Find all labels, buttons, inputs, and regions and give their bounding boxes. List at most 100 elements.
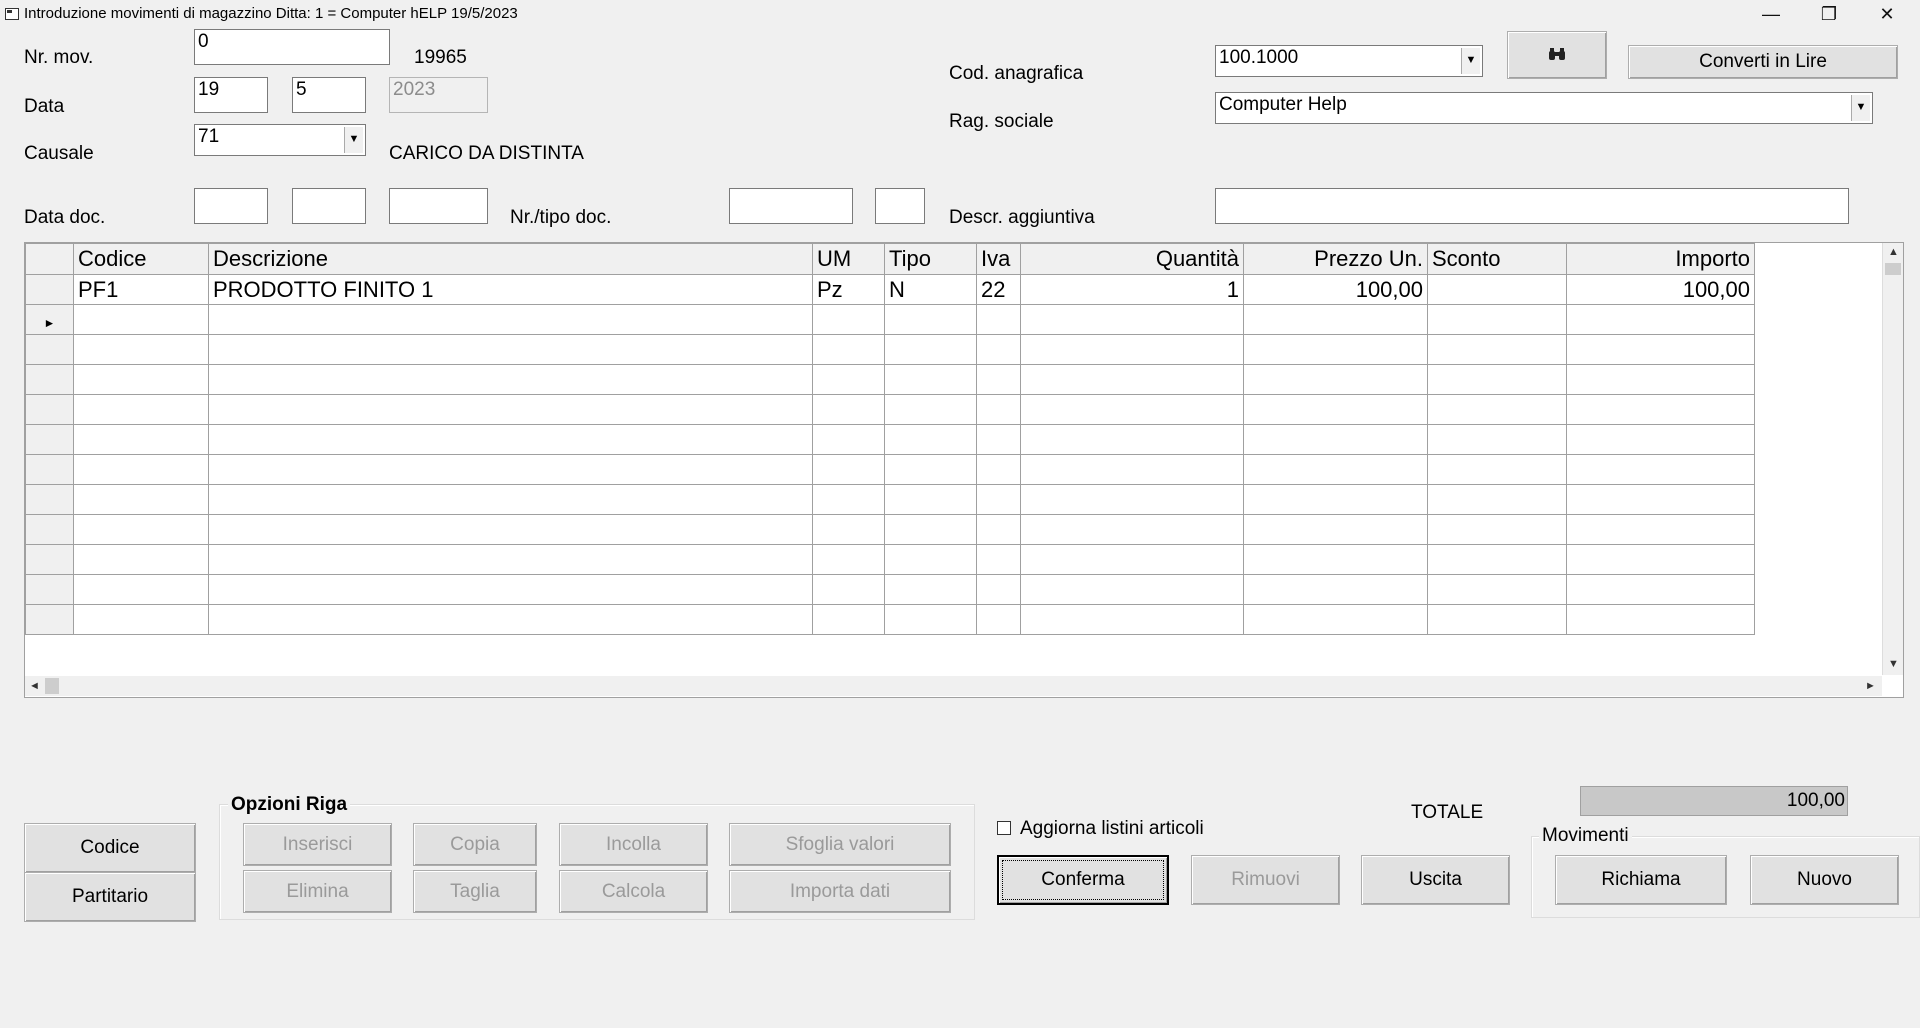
empty-cell[interactable] <box>1243 484 1428 515</box>
empty-cell[interactable] <box>1566 484 1755 515</box>
horizontal-scrollbar[interactable]: ◄ ► <box>25 676 1882 696</box>
vertical-scrollbar[interactable]: ▲ ▼ <box>1882 243 1903 675</box>
nr-mov-field[interactable]: 0 <box>194 29 390 65</box>
copia-button[interactable]: Copia <box>413 823 537 866</box>
empty-cell[interactable] <box>976 514 1021 545</box>
data-doc-year-field[interactable] <box>389 188 488 224</box>
cell-sconto[interactable] <box>1427 274 1567 305</box>
empty-cell[interactable] <box>1427 454 1567 485</box>
empty-cell[interactable] <box>976 484 1021 515</box>
causale-combo[interactable]: 71 ▼ <box>194 124 366 156</box>
empty-cell[interactable] <box>884 514 977 545</box>
column-header[interactable]: Quantità <box>1020 243 1244 275</box>
data-doc-month-field[interactable] <box>292 188 366 224</box>
table-row[interactable] <box>25 424 1755 455</box>
calcola-button[interactable]: Calcola <box>559 870 708 913</box>
rag-sociale-combo[interactable]: Computer Help ▼ <box>1215 92 1873 124</box>
column-header[interactable]: Codice <box>73 243 209 275</box>
empty-cell[interactable] <box>1020 394 1244 425</box>
empty-cell[interactable] <box>1020 424 1244 455</box>
cell-quantita[interactable]: 1 <box>1020 274 1244 305</box>
richiama-button[interactable]: Richiama <box>1555 855 1727 905</box>
table-row[interactable]: PF1 PRODOTTO FINITO 1 Pz N 22 1 100,00 1… <box>25 274 1755 305</box>
empty-cell[interactable] <box>1566 304 1755 335</box>
empty-cell[interactable] <box>884 574 977 605</box>
empty-cell[interactable] <box>1243 454 1428 485</box>
empty-cell[interactable] <box>1243 544 1428 575</box>
empty-cell[interactable] <box>1566 394 1755 425</box>
cell-um[interactable]: Pz <box>812 274 885 305</box>
row-header[interactable] <box>25 364 74 395</box>
cell-iva[interactable]: 22 <box>976 274 1021 305</box>
cell-descrizione[interactable]: PRODOTTO FINITO 1 <box>208 274 813 305</box>
chevron-down-icon[interactable]: ▼ <box>1461 48 1480 74</box>
aggiorna-listini-checkbox[interactable] <box>997 821 1011 835</box>
minimize-button[interactable]: — <box>1748 0 1794 28</box>
empty-cell[interactable] <box>884 304 977 335</box>
empty-cell[interactable] <box>1427 334 1567 365</box>
empty-cell[interactable] <box>1020 484 1244 515</box>
aggiorna-listini-label[interactable]: Aggiorna listini articoli <box>1020 818 1204 840</box>
scroll-down-icon[interactable]: ▼ <box>1888 658 1899 670</box>
converti-in-lire-button[interactable]: Converti in Lire <box>1628 45 1898 79</box>
empty-cell[interactable] <box>1566 454 1755 485</box>
empty-cell[interactable] <box>976 424 1021 455</box>
empty-cell[interactable] <box>73 514 209 545</box>
column-header[interactable]: Sconto <box>1427 243 1567 275</box>
incolla-button[interactable]: Incolla <box>559 823 708 866</box>
table-row[interactable] <box>25 484 1755 515</box>
empty-cell[interactable] <box>1243 514 1428 545</box>
empty-cell[interactable] <box>1020 334 1244 365</box>
empty-cell[interactable] <box>884 394 977 425</box>
scroll-right-icon[interactable]: ► <box>1865 680 1876 692</box>
empty-cell[interactable] <box>884 424 977 455</box>
empty-cell[interactable] <box>208 514 813 545</box>
empty-cell[interactable] <box>1020 364 1244 395</box>
empty-cell[interactable] <box>1243 424 1428 455</box>
empty-cell[interactable] <box>976 334 1021 365</box>
empty-cell[interactable] <box>73 574 209 605</box>
empty-cell[interactable] <box>884 604 977 635</box>
empty-cell[interactable] <box>208 364 813 395</box>
empty-cell[interactable] <box>208 574 813 605</box>
nuovo-button[interactable]: Nuovo <box>1750 855 1899 905</box>
table-row[interactable] <box>25 394 1755 425</box>
codice-button[interactable]: Codice <box>24 823 196 873</box>
empty-cell[interactable] <box>1427 364 1567 395</box>
empty-cell[interactable] <box>812 364 885 395</box>
empty-cell[interactable] <box>1020 574 1244 605</box>
empty-cell[interactable] <box>208 394 813 425</box>
rimuovi-button[interactable]: Rimuovi <box>1191 855 1340 905</box>
column-header[interactable]: Prezzo Un. <box>1243 243 1428 275</box>
search-anagrafica-button[interactable] <box>1507 31 1607 79</box>
empty-cell[interactable] <box>73 394 209 425</box>
empty-cell[interactable] <box>976 544 1021 575</box>
scroll-left-icon[interactable]: ◄ <box>29 680 40 692</box>
empty-cell[interactable] <box>208 454 813 485</box>
empty-cell[interactable] <box>812 334 885 365</box>
close-button[interactable]: ✕ <box>1864 0 1910 28</box>
column-header[interactable]: Iva <box>976 243 1021 275</box>
row-header[interactable] <box>25 334 74 365</box>
row-header[interactable] <box>25 574 74 605</box>
empty-cell[interactable] <box>1243 334 1428 365</box>
column-header[interactable]: Importo <box>1566 243 1755 275</box>
table-row[interactable] <box>25 544 1755 575</box>
empty-cell[interactable] <box>1243 364 1428 395</box>
scroll-thumb[interactable] <box>45 678 59 694</box>
empty-cell[interactable] <box>73 304 209 335</box>
row-header[interactable] <box>25 454 74 485</box>
descr-aggiuntiva-field[interactable] <box>1215 188 1849 224</box>
row-header[interactable] <box>25 604 74 635</box>
empty-cell[interactable] <box>1020 604 1244 635</box>
row-header[interactable] <box>25 484 74 515</box>
empty-cell[interactable] <box>73 424 209 455</box>
empty-cell[interactable] <box>73 544 209 575</box>
conferma-button[interactable]: Conferma <box>997 855 1169 905</box>
empty-cell[interactable] <box>208 544 813 575</box>
empty-cell[interactable] <box>1020 454 1244 485</box>
empty-cell[interactable] <box>208 424 813 455</box>
empty-cell[interactable] <box>812 574 885 605</box>
empty-cell[interactable] <box>884 484 977 515</box>
data-doc-day-field[interactable] <box>194 188 268 224</box>
